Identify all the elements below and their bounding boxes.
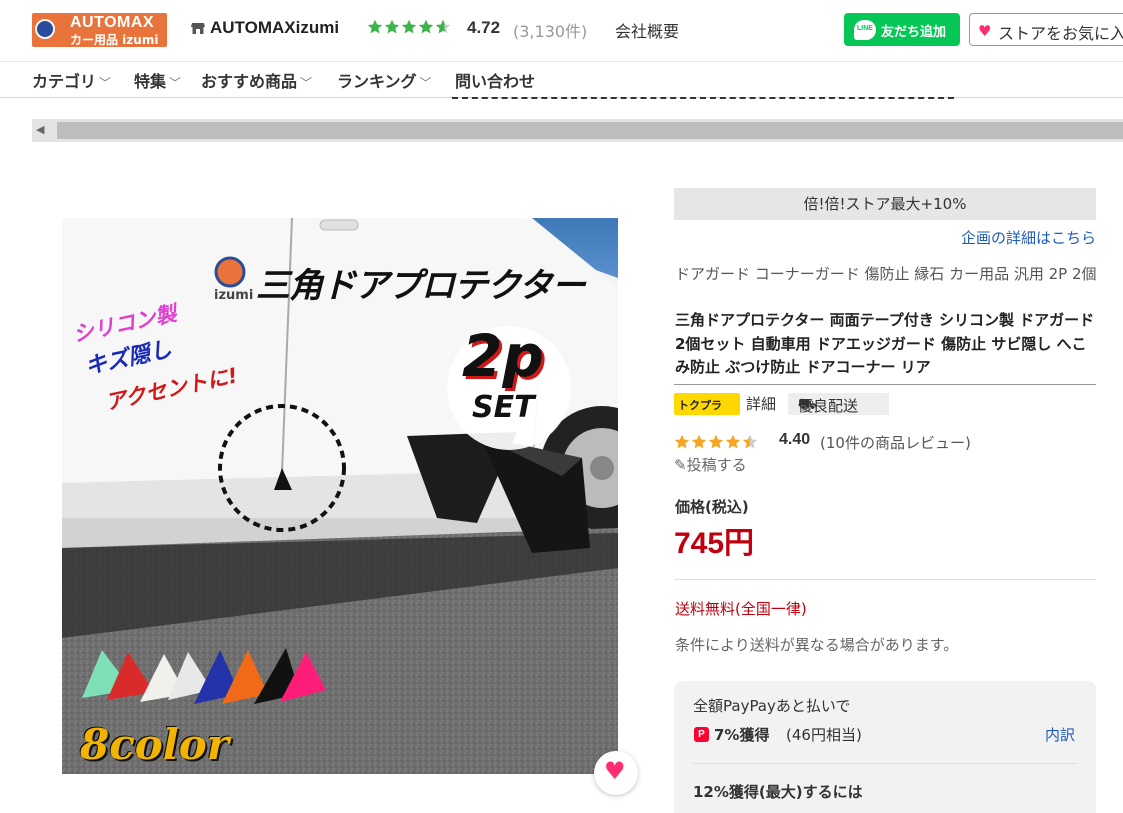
tokupura-detail-link[interactable]: 詳細 [746, 393, 776, 414]
star-half-icon [742, 434, 758, 449]
good-shipping-badge: ⛟ 優良配送 [788, 393, 889, 415]
logo-badge-icon [35, 19, 55, 39]
scroll-left-arrow-icon[interactable]: ◀ [36, 123, 44, 136]
favorite-store-label: ストアをお気に入り [998, 24, 1123, 43]
edit-icon: ✎ [674, 456, 687, 474]
star-full-icon [674, 434, 690, 449]
nav-item-feature[interactable]: 特集 ﹀ [134, 68, 181, 92]
star-half-icon [435, 19, 451, 34]
paypay-icon: P [694, 727, 709, 742]
company-info-link[interactable]: 会社概要 [615, 18, 679, 42]
product-subtitle: ドアガード コーナーガード 傷防止 縁石 カー用品 汎用 2P 2個 [675, 265, 1097, 283]
tokupura-label-box: トクプラ [674, 393, 740, 415]
nav-item-ranking[interactable]: ランキング ﹀ [337, 68, 432, 92]
title-divider [674, 384, 1096, 385]
product-rating-value: 4.40 [779, 431, 811, 448]
logo-text-line2: カー用品 izumi [70, 33, 159, 47]
store-name-link[interactable]: AUTOMAXizumi [210, 18, 339, 38]
banner-dashed-border [452, 97, 954, 100]
line-button-label: 友だち追加 [881, 25, 947, 40]
store-header: AUTOMAX カー用品 izumi AUTOMAXizumi 4.72 (3,… [0, 0, 1123, 62]
product-title: 三角ドアプロテクター 両面テープ付き シリコン製 ドアガード 2個セット 自動車… [675, 311, 1095, 376]
store-rating-stars [367, 19, 451, 35]
shipping-note: 条件により送料が異なる場合があります。 [675, 636, 959, 654]
store-nav: カテゴリ ﹀ 特集 ﹀ おすすめ商品 ﹀ ランキング ﹀ 問い合わせ [0, 62, 1123, 98]
store-logo[interactable]: AUTOMAX カー用品 izumi [32, 13, 167, 47]
chevron-down-icon: ﹀ [99, 76, 112, 90]
product-review-count-link[interactable]: (10件の商品レビュー) [820, 432, 971, 453]
product-rating-stars [674, 434, 758, 450]
favorite-store-button[interactable]: ♥ ストアをお気に入り [969, 13, 1123, 46]
tokupura-badge[interactable]: トクプラ 詳細 [674, 393, 784, 415]
heart-icon: ♥ [604, 757, 626, 785]
paypay-breakdown-link[interactable]: 内訳 [1045, 724, 1075, 745]
heart-icon: ♥ [978, 22, 992, 40]
nav-item-contact[interactable]: 問い合わせ [455, 68, 535, 92]
banner-scrollbar[interactable]: ◀ [32, 119, 1123, 142]
store-icon [191, 23, 205, 34]
paypay-rate-equivalent: (46円相当) [786, 726, 862, 744]
star-full-icon [401, 19, 417, 34]
image-color-count: 8color [80, 720, 229, 769]
image-2p-badge: 2p [462, 322, 544, 390]
paypay-title: 全額PayPayあと払いで [693, 697, 851, 715]
scrollbar-thumb[interactable] [57, 122, 1123, 139]
price-divider [674, 579, 1096, 580]
chevron-down-icon: ﹀ [169, 76, 182, 90]
image-set-badge: SET [472, 390, 535, 425]
star-full-icon [725, 434, 741, 449]
line-icon: LINE [854, 20, 876, 40]
product-main-image[interactable]: 三角ドアプロテクター izumi シリコン製 キズ隠し アクセントに! 2p S… [62, 218, 618, 774]
paypay-points-box: 全額PayPayあと払いで P 7%獲得 (46円相当) 内訳 12%獲得(最大… [674, 681, 1096, 813]
store-rating-count-link[interactable]: (3,130件) [513, 18, 587, 42]
paypay-divider [693, 763, 1077, 764]
chevron-down-icon: ﹀ [419, 76, 432, 90]
image-title-text: 三角ドアプロテクター [256, 266, 586, 306]
star-full-icon [367, 19, 383, 34]
image-brand-text: izumi [214, 288, 254, 303]
logo-text-line1: AUTOMAX [70, 14, 155, 31]
add-to-favorites-button[interactable]: ♥ [594, 751, 638, 795]
star-full-icon [384, 19, 400, 34]
tokupura-label: トクプラ [678, 399, 722, 412]
line-add-friend-button[interactable]: LINE 友だち追加 [844, 13, 960, 46]
post-review-link[interactable]: ✎投稿する [674, 454, 747, 475]
star-full-icon [691, 434, 707, 449]
product-price: 745円 [674, 527, 755, 560]
price-label: 価格(税込) [675, 498, 749, 516]
star-full-icon [418, 19, 434, 34]
chevron-down-icon: ﹀ [300, 76, 313, 90]
nav-item-recommended[interactable]: おすすめ商品 ﹀ [201, 68, 312, 92]
promo-banner: 倍!倍!ストア最大+10% [674, 188, 1096, 220]
store-rating-value: 4.72 [467, 18, 501, 37]
nav-item-category[interactable]: カテゴリ ﹀ [32, 68, 111, 92]
paypay-max-text: 12%獲得(最大)するには [693, 783, 863, 801]
promo-detail-link[interactable]: 企画の詳細はこちら [944, 227, 1096, 248]
paypay-rate: 7%獲得 [714, 726, 770, 744]
star-full-icon [708, 434, 724, 449]
free-shipping-text: 送料無料(全国一律) [675, 600, 807, 618]
